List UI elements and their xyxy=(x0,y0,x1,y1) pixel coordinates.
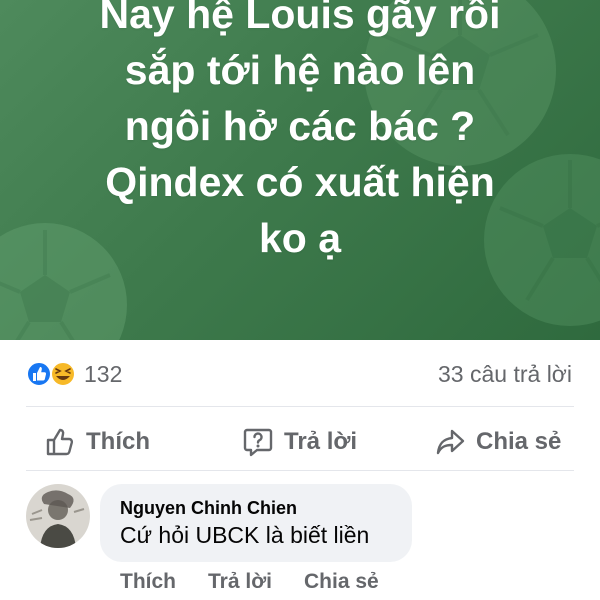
like-icon xyxy=(26,361,52,387)
thumbs-up-icon xyxy=(46,428,74,456)
comment-share-button[interactable]: Chia sẻ xyxy=(304,570,379,594)
post-text-line: ngôi hở các bác ? xyxy=(124,103,476,149)
share-button[interactable]: Chia sẻ xyxy=(434,420,561,464)
reply-button[interactable]: Trả lời xyxy=(242,420,357,464)
reply-label: Trả lời xyxy=(284,428,358,455)
comment-reply-button[interactable]: Trả lời xyxy=(208,570,272,594)
comment-text: Cứ hỏi UBCK là biết liền xyxy=(120,522,370,548)
divider xyxy=(26,406,574,407)
post-text: Nay hệ Louis gãy rồi sắp tới hệ nào lên … xyxy=(0,0,600,266)
reaction-count[interactable]: 132 xyxy=(84,360,122,388)
like-label: Thích xyxy=(86,428,150,455)
question-bubble-icon xyxy=(243,428,273,457)
post-text-line: Qindex có xuất hiện xyxy=(105,159,495,205)
post-text-line: ko ạ xyxy=(258,215,342,261)
post-text-line: sắp tới hệ nào lên xyxy=(124,47,476,93)
avatar-image xyxy=(26,484,90,548)
comment-author[interactable]: Nguyen Chinh Chien xyxy=(120,498,297,519)
reply-count[interactable]: 33 câu trả lời xyxy=(438,360,572,388)
comment-like-button[interactable]: Thích xyxy=(120,570,176,594)
avatar[interactable] xyxy=(26,484,90,548)
post-text-line: Nay hệ Louis gãy rồi xyxy=(99,0,501,37)
share-label: Chia sẻ xyxy=(476,428,562,455)
post-banner: Nay hệ Louis gãy rồi sắp tới hệ nào lên … xyxy=(0,0,600,340)
divider xyxy=(26,470,574,471)
share-arrow-icon xyxy=(436,429,465,455)
reaction-summary[interactable] xyxy=(26,360,82,388)
like-button[interactable]: Thích xyxy=(44,420,150,464)
haha-icon xyxy=(50,361,76,387)
